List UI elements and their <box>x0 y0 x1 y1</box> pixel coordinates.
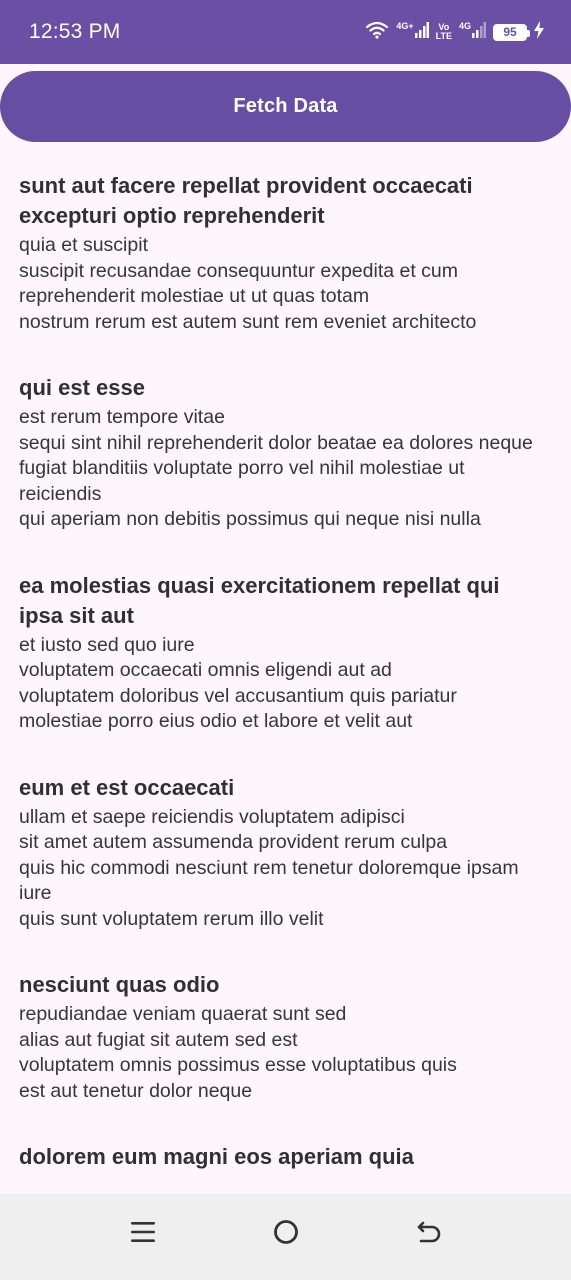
back-icon <box>416 1220 442 1249</box>
post-title: nesciunt quas odio <box>19 972 220 997</box>
status-bar: 12:53 PM 4G+ Vo LTE 4G 95 <box>0 0 571 64</box>
navigation-bar <box>0 1194 571 1280</box>
post-title: ea molestias quasi exercitationem repell… <box>19 572 500 628</box>
signal-bars-icon <box>414 21 429 43</box>
cell-signal-1: 4G+ <box>396 20 429 43</box>
list-item: qui est esse est rerum tempore vitae seq… <box>19 373 549 533</box>
fetch-data-button-label: Fetch Data <box>233 95 338 117</box>
post-title: dolorem eum magni eos aperiam quia <box>19 1144 414 1169</box>
post-title: eum et est occaecati <box>19 774 235 800</box>
fetch-data-button[interactable]: Fetch Data <box>0 71 571 142</box>
post-list[interactable]: sunt aut facere repellat provident occae… <box>19 171 549 1194</box>
post-body: repudiandae veniam quaerat sunt sed alia… <box>19 1003 457 1102</box>
network-type-label: 4G+ <box>396 20 414 31</box>
charging-icon <box>533 20 545 44</box>
battery-indicator: 95 <box>493 20 545 44</box>
post-title: sunt aut facere repellat provident occae… <box>19 173 473 228</box>
wifi-icon <box>365 21 389 44</box>
post-body: ullam et saepe reiciendis voluptatem adi… <box>19 805 519 930</box>
menu-icon <box>130 1220 156 1249</box>
list-item: dolorem eum magni eos aperiam quia <box>19 1142 549 1172</box>
signal-bars-icon <box>472 21 486 43</box>
post-body: est rerum tempore vitae sequi sint nihil… <box>19 406 533 530</box>
back-button[interactable] <box>405 1214 453 1254</box>
post-body: et iusto sed quo iure voluptatem occaeca… <box>19 633 457 733</box>
home-button[interactable] <box>262 1214 310 1254</box>
list-item: eum et est occaecati ullam et saepe reic… <box>19 773 549 933</box>
cell-signal-2: 4G <box>458 20 486 43</box>
recent-apps-button[interactable] <box>119 1214 167 1254</box>
battery-level: 95 <box>493 23 530 41</box>
post-body: quia et suscipit suscipit recusandae con… <box>19 234 477 333</box>
status-time: 12:53 PM <box>29 20 121 43</box>
list-item: nesciunt quas odio repudiandae veniam qu… <box>19 970 549 1104</box>
network-type-label-2: 4G <box>458 20 471 31</box>
list-item: ea molestias quasi exercitationem repell… <box>19 571 549 735</box>
post-title: qui est esse <box>19 375 145 400</box>
home-icon <box>273 1219 299 1250</box>
volte-bottom: LTE <box>435 31 452 41</box>
status-icons: 4G+ Vo LTE 4G 95 <box>365 19 545 45</box>
volte-indicator: Vo LTE <box>436 23 452 41</box>
list-item: sunt aut facere repellat provident occae… <box>19 171 549 335</box>
